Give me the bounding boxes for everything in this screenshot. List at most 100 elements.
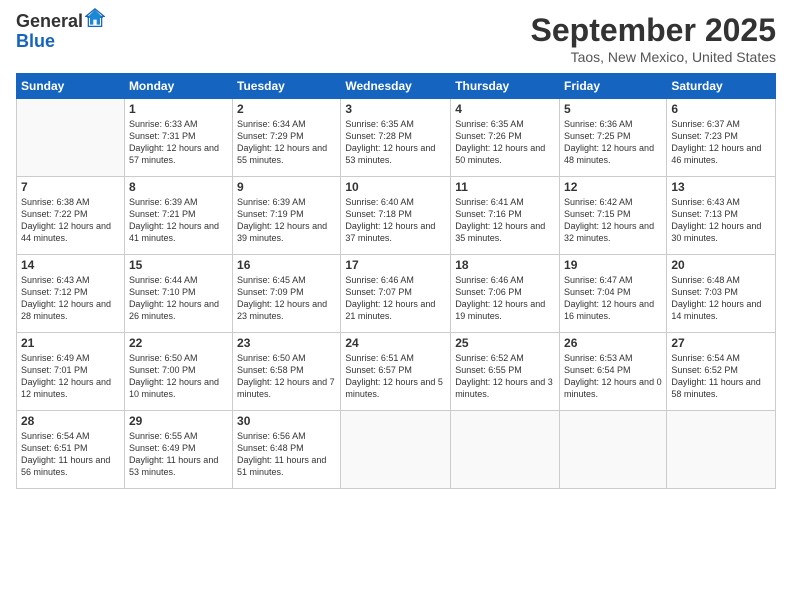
- sunset: Sunset: 7:07 PM: [345, 287, 412, 297]
- sunrise: Sunrise: 6:35 AM: [455, 119, 524, 129]
- day-info: Sunrise: 6:37 AMSunset: 7:23 PMDaylight:…: [671, 118, 771, 167]
- day-info: Sunrise: 6:46 AMSunset: 7:07 PMDaylight:…: [345, 274, 446, 323]
- sunset: Sunset: 7:13 PM: [671, 209, 738, 219]
- calendar-cell: 16 Sunrise: 6:45 AMSunset: 7:09 PMDayligh…: [233, 255, 341, 333]
- daylight: Daylight: 12 hours and 55 minutes.: [237, 143, 327, 165]
- calendar-week-1: 7Sunrise: 6:38 AMSunset: 7:22 PMDaylight…: [17, 177, 776, 255]
- calendar-cell: 14Sunrise: 6:43 AMSunset: 7:12 PMDayligh…: [17, 255, 125, 333]
- day-info: Sunrise: 6:56 AM Sunset: 6:48 PM Daylight:…: [237, 430, 336, 479]
- sunrise: Sunrise: 6:44 AM: [129, 275, 198, 285]
- daylight: Daylight: 11 hours and 58 minutes.: [671, 377, 760, 399]
- daylight: Daylight: 12 hours and 37 minutes.: [345, 221, 435, 243]
- daylight: Daylight: 12 hours and 41 minutes.: [129, 221, 219, 243]
- day-number: 28: [21, 414, 120, 428]
- calendar-cell: 7Sunrise: 6:38 AMSunset: 7:22 PMDaylight…: [17, 177, 125, 255]
- daylight: Daylight: 12 hours and 30 minutes.: [671, 221, 761, 243]
- sunset: Sunset: 6:49 PM: [129, 443, 196, 453]
- sunset: Sunset: 7:16 PM: [455, 209, 522, 219]
- sunset: Sunset: 7:00 PM: [129, 365, 196, 375]
- sunrise: Sunrise: 6:53 AM: [564, 353, 633, 363]
- calendar-cell: 30Sunrise: 6:56 AMSunset: 6:48 PMDayligh…: [233, 411, 341, 489]
- sunrise: Sunrise: 6:50 AM: [237, 353, 306, 363]
- day-info: Sunrise: 6:34 AMSunset: 7:29 PMDaylight:…: [237, 118, 336, 167]
- daylight: Daylight: 12 hours and 14 minutes.: [671, 299, 761, 321]
- sunrise: Sunrise: 6:34 AM: [237, 119, 306, 129]
- day-number: 7: [21, 180, 120, 194]
- day-info: Sunrise: 6:53 AMSunset: 6:54 PMDaylight:…: [564, 352, 662, 401]
- day-info: Sunrise: 6:36 AM Sunset: 7:25 PM Daylight:…: [564, 118, 662, 167]
- calendar-cell: 19 Sunrise: 6:47 AMSunset: 7:04 PMDayligh…: [560, 255, 667, 333]
- sunset: Sunset: 7:01 PM: [21, 365, 88, 375]
- day-number: 16: [237, 258, 336, 272]
- sunset: Sunset: 6:48 PM: [237, 443, 304, 453]
- day-info: Sunrise: 6:45 AMSunset: 7:09 PMDaylight:…: [237, 274, 336, 323]
- day-info: Sunrise: 6:51 AMSunset: 6:57 PMDaylight:…: [345, 352, 446, 401]
- sunrise: Sunrise: 6:56 AM: [237, 431, 306, 441]
- day-info: Sunrise: 6:35 AMSunset: 7:26 PMDaylight:…: [455, 118, 555, 167]
- calendar-cell: 8Sunrise: 6:39 AMSunset: 7:21 PMDaylight…: [124, 177, 232, 255]
- day-info: Sunrise: 6:39 AMSunset: 7:21 PMDaylight:…: [129, 196, 228, 245]
- sunrise: Sunrise: 6:50 AM: [129, 353, 198, 363]
- sunrise: Sunrise: 6:52 AM: [455, 353, 524, 363]
- logo-blue: Blue: [16, 32, 83, 52]
- daylight: Daylight: 12 hours and 23 minutes.: [237, 299, 327, 321]
- day-info: Sunrise: 6:41 AMSunset: 7:16 PMDaylight:…: [455, 196, 555, 245]
- sunset: Sunset: 7:26 PM: [455, 131, 522, 141]
- sunset: Sunset: 7:25 PM: [564, 131, 631, 141]
- sunset: Sunset: 7:23 PM: [671, 131, 738, 141]
- day-number: 25: [455, 336, 555, 350]
- daylight: Daylight: 12 hours and 12 minutes.: [21, 377, 111, 399]
- sunrise: Sunrise: 6:54 AM: [671, 353, 740, 363]
- sunrise: Sunrise: 6:45 AM: [237, 275, 306, 285]
- sunset: Sunset: 7:31 PM: [129, 131, 196, 141]
- daylight: Daylight: 12 hours and 7 minutes.: [237, 377, 335, 399]
- day-info: Sunrise: 6:33 AMSunset: 7:31 PMDaylight:…: [129, 118, 228, 167]
- daylight: Daylight: 12 hours and 57 minutes.: [129, 143, 219, 165]
- day-number: 2: [237, 102, 336, 116]
- calendar-cell: 25Sunrise: 6:52 AMSunset: 6:55 PMDayligh…: [451, 333, 560, 411]
- sunset: Sunset: 6:52 PM: [671, 365, 738, 375]
- calendar-week-3: 21Sunrise: 6:49 AMSunset: 7:01 PMDayligh…: [17, 333, 776, 411]
- calendar-table: Sunday Monday Tuesday Wednesday Thursday…: [16, 73, 776, 489]
- daylight: Daylight: 12 hours and 10 minutes.: [129, 377, 219, 399]
- col-monday: Monday: [124, 74, 232, 99]
- daylight: Daylight: 12 hours and 21 minutes.: [345, 299, 435, 321]
- calendar-cell: 20Sunrise: 6:48 AMSunset: 7:03 PMDayligh…: [667, 255, 776, 333]
- sunrise: Sunrise: 6:40 AM: [345, 197, 414, 207]
- sunrise: Sunrise: 6:49 AM: [21, 353, 90, 363]
- day-number: 3: [345, 102, 446, 116]
- calendar-cell: 15Sunrise: 6:44 AMSunset: 7:10 PMDayligh…: [124, 255, 232, 333]
- col-sunday: Sunday: [17, 74, 125, 99]
- calendar-cell: 2 Sunrise: 6:34 AMSunset: 7:29 PMDaylight…: [233, 99, 341, 177]
- day-number: 13: [671, 180, 771, 194]
- col-tuesday: Tuesday: [233, 74, 341, 99]
- calendar-cell: 9Sunrise: 6:39 AMSunset: 7:19 PMDaylight…: [233, 177, 341, 255]
- calendar-cell: [17, 99, 125, 177]
- sunset: Sunset: 6:55 PM: [455, 365, 522, 375]
- day-info: Sunrise: 6:47 AMSunset: 7:04 PMDaylight:…: [564, 274, 662, 323]
- sunrise: Sunrise: 6:36 AM: [564, 119, 633, 129]
- calendar-cell: 6Sunrise: 6:37 AMSunset: 7:23 PMDaylight…: [667, 99, 776, 177]
- logo-text: General Blue: [16, 12, 83, 52]
- calendar-cell: 18Sunrise: 6:46 AMSunset: 7:06 PMDayligh…: [451, 255, 560, 333]
- day-number: 19: [564, 258, 662, 272]
- daylight: Daylight: 12 hours and 48 minutes.: [564, 143, 654, 165]
- sunrise: Sunrise: 6:54 AM: [21, 431, 90, 441]
- calendar-cell: 27Sunrise: 6:54 AMSunset: 6:52 PMDayligh…: [667, 333, 776, 411]
- day-info: Sunrise: 6:49 AM Sunset: 7:01 PM Daylight:…: [21, 352, 120, 401]
- day-number: 12: [564, 180, 662, 194]
- day-number: 11: [455, 180, 555, 194]
- daylight: Daylight: 12 hours and 39 minutes.: [237, 221, 327, 243]
- sunrise: Sunrise: 6:35 AM: [345, 119, 414, 129]
- calendar-cell: 13Sunrise: 6:43 AMSunset: 7:13 PMDayligh…: [667, 177, 776, 255]
- calendar-cell: 17Sunrise: 6:46 AMSunset: 7:07 PMDayligh…: [341, 255, 451, 333]
- sunset: Sunset: 7:03 PM: [671, 287, 738, 297]
- sunrise: Sunrise: 6:55 AM: [129, 431, 198, 441]
- sunrise: Sunrise: 6:38 AM: [21, 197, 90, 207]
- sunset: Sunset: 7:28 PM: [345, 131, 412, 141]
- calendar-cell: 29Sunrise: 6:55 AMSunset: 6:49 PMDayligh…: [124, 411, 232, 489]
- daylight: Daylight: 11 hours and 51 minutes.: [237, 455, 326, 477]
- calendar-cell: 23Sunrise: 6:50 AMSunset: 6:58 PMDayligh…: [233, 333, 341, 411]
- location: Taos, New Mexico, United States: [531, 49, 776, 65]
- sunset: Sunset: 6:58 PM: [237, 365, 304, 375]
